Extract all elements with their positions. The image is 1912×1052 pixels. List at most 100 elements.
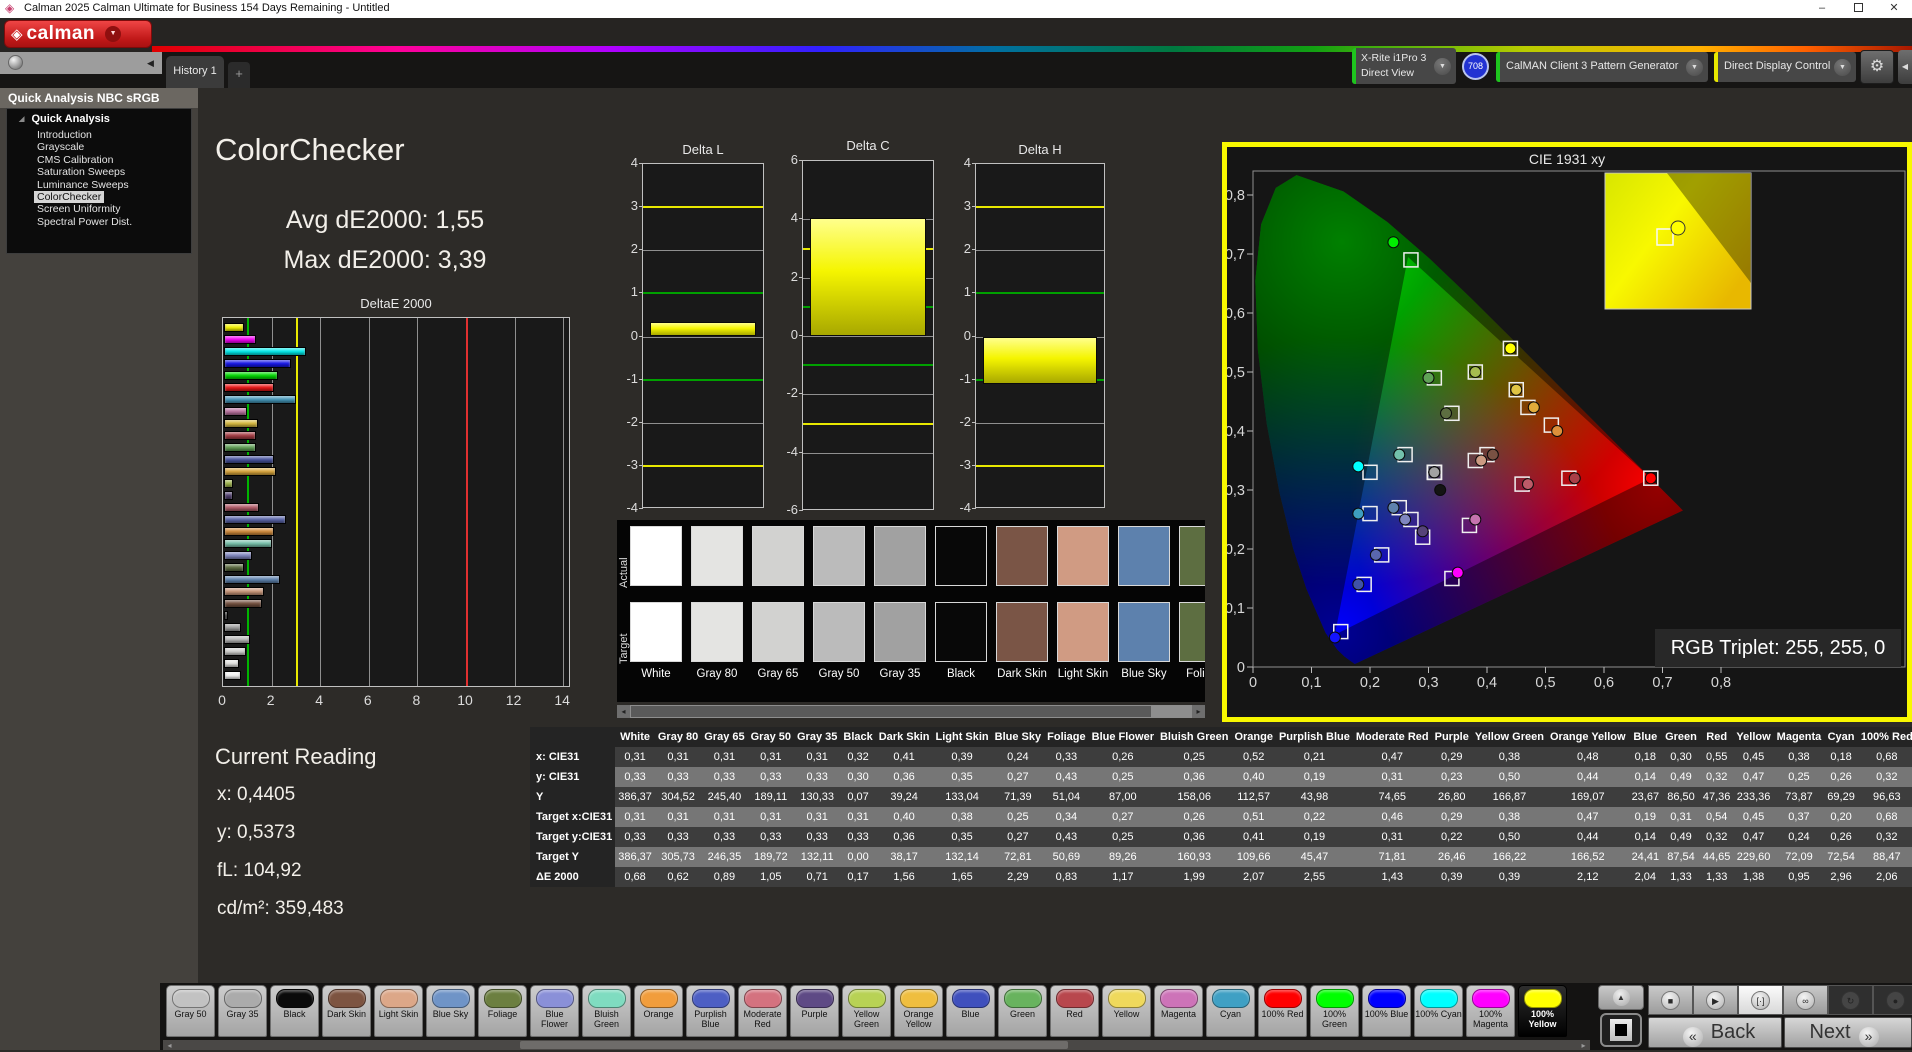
delta_l-plot-area bbox=[642, 163, 764, 508]
y-tick-label: 3 bbox=[630, 198, 638, 214]
table-cell: 169,07 bbox=[1546, 787, 1629, 807]
pattern-button-100-cyan[interactable]: 100% Cyan bbox=[1414, 985, 1463, 1037]
pattern-button-100-yellow[interactable]: 100% Yellow bbox=[1518, 985, 1567, 1037]
sidebar-collapse-button[interactable]: ◀ bbox=[142, 54, 159, 72]
pattern-chip bbox=[379, 989, 418, 1008]
single-measure-button[interactable]: [·] bbox=[1738, 985, 1783, 1015]
column-header: Dark Skin bbox=[875, 727, 933, 747]
pattern-button-gray-50[interactable]: Gray 50 bbox=[166, 985, 215, 1037]
sidebar-item-screen-uniformity[interactable]: Screen Uniformity bbox=[37, 203, 120, 215]
pattern-button-orange[interactable]: Orange bbox=[634, 985, 683, 1037]
scroll-right-icon[interactable]: ▸ bbox=[1577, 1039, 1590, 1052]
strip-expand-button[interactable]: ▲ bbox=[1598, 985, 1644, 1010]
measurement-table: White Gray 80 Gray 65 Gray 50 Gray 35 Black Da… bbox=[530, 727, 1912, 887]
scroll-left-icon[interactable]: ◂ bbox=[617, 705, 630, 718]
pattern-button-100-blue[interactable]: 100% Blue bbox=[1362, 985, 1411, 1037]
window-title: Calman 2025 Calman Ultimate for Business… bbox=[24, 2, 390, 14]
tick-mark bbox=[639, 508, 643, 509]
sidebar-item-introduction[interactable]: Introduction bbox=[37, 129, 92, 141]
table-cell: 0,25 bbox=[1088, 767, 1157, 787]
gear-icon[interactable]: ⚙ bbox=[1860, 50, 1894, 84]
scrollbar-thumb[interactable] bbox=[520, 1041, 1068, 1049]
pattern-button-light-skin[interactable]: Light Skin bbox=[374, 985, 423, 1037]
back-chevron-icon: « bbox=[1682, 1027, 1703, 1047]
pattern-generator-dropdown[interactable]: CalMAN Client 3 Pattern Generator ▼ bbox=[1496, 52, 1708, 82]
back-button[interactable]: « Back bbox=[1648, 1017, 1782, 1048]
x-tick-label: 0 bbox=[1249, 675, 1257, 691]
table-cell: 2,96 bbox=[1824, 867, 1858, 887]
pattern-button-blue-flower[interactable]: Blue Flower bbox=[530, 985, 579, 1037]
pattern-chip bbox=[639, 989, 678, 1008]
pattern-button-yellow-green[interactable]: Yellow Green bbox=[842, 985, 891, 1037]
pattern-button-gray-35[interactable]: Gray 35 bbox=[218, 985, 267, 1037]
pattern-button-purplish-blue[interactable]: Purplish Blue bbox=[686, 985, 735, 1037]
pattern-label: Cyan bbox=[1219, 1009, 1241, 1019]
swatch-scrollbar[interactable]: ◂ ▸ bbox=[617, 705, 1205, 718]
workflow-status-indicator[interactable] bbox=[8, 55, 23, 70]
tree-root[interactable]: ◢ Quick Analysis bbox=[19, 113, 110, 125]
pattern-button-100-magenta[interactable]: 100% Magenta bbox=[1466, 985, 1515, 1037]
y-tick-label: 0,6 bbox=[1227, 306, 1245, 322]
pattern-window-button[interactable] bbox=[1600, 1013, 1642, 1047]
pattern-button-blue[interactable]: Blue bbox=[946, 985, 995, 1037]
pattern-button-100-green[interactable]: 100% Green bbox=[1310, 985, 1359, 1037]
continuous-measure-button[interactable]: ∞ bbox=[1783, 985, 1828, 1015]
tab-history-1[interactable]: History 1 bbox=[166, 56, 224, 88]
table-cell: 130,33 bbox=[794, 787, 841, 807]
gridline bbox=[803, 452, 933, 454]
scroll-right-icon[interactable]: ▸ bbox=[1192, 705, 1205, 718]
pattern-label: Foliage bbox=[487, 1009, 518, 1019]
pattern-button-red[interactable]: Red bbox=[1050, 985, 1099, 1037]
play-button[interactable]: ▶ bbox=[1693, 985, 1738, 1015]
restore-icon[interactable] bbox=[1840, 0, 1876, 18]
pattern-button-bluish-green[interactable]: Bluish Green bbox=[582, 985, 631, 1037]
sidebar-item-luminance-sweeps[interactable]: Luminance Sweeps bbox=[37, 179, 129, 191]
display-control-dropdown[interactable]: Direct Display Control ▼ bbox=[1714, 52, 1856, 82]
actual-swatch-foliage bbox=[1179, 526, 1205, 586]
sensor-button[interactable]: ● bbox=[1873, 985, 1912, 1015]
sidebar-item-saturation-sweeps[interactable]: Saturation Sweeps bbox=[37, 166, 125, 178]
swatch-label: Gray 80 bbox=[696, 668, 738, 680]
pattern-button-magenta[interactable]: Magenta bbox=[1154, 985, 1203, 1037]
next-button[interactable]: Next » bbox=[1784, 1017, 1912, 1048]
pattern-button-green[interactable]: Green bbox=[998, 985, 1047, 1037]
pattern-strip-scrollbar[interactable]: ◂ ▸ bbox=[163, 1040, 1590, 1050]
scrollbar-thumb[interactable] bbox=[631, 706, 1151, 717]
sidebar-item-grayscale[interactable]: Grayscale bbox=[37, 141, 84, 153]
pattern-button-yellow[interactable]: Yellow bbox=[1102, 985, 1151, 1037]
pattern-button-orange-yellow[interactable]: Orange Yellow bbox=[894, 985, 943, 1037]
table-cell: 0,35 bbox=[932, 827, 992, 847]
deltae-bar-100-yellow bbox=[224, 323, 244, 332]
panel-collapse-button[interactable]: ◀ bbox=[1898, 50, 1912, 84]
target-line-green bbox=[643, 378, 763, 381]
pattern-button-blue-sky[interactable]: Blue Sky bbox=[426, 985, 475, 1037]
measured-point-foliage bbox=[1440, 407, 1453, 420]
scroll-left-icon[interactable]: ◂ bbox=[163, 1039, 176, 1052]
pattern-button-dark-skin[interactable]: Dark Skin bbox=[322, 985, 371, 1037]
tree-expander-icon[interactable]: ◢ bbox=[19, 116, 24, 123]
table-cell: 133,04 bbox=[932, 787, 992, 807]
pattern-button-purple[interactable]: Purple bbox=[790, 985, 839, 1037]
calman-menu-button[interactable]: ◈ calman ▼ bbox=[4, 20, 152, 48]
measured-point-gray-35 bbox=[1428, 466, 1441, 479]
y-tick-label: -2 bbox=[626, 413, 638, 429]
minimize-icon[interactable]: – bbox=[1804, 0, 1840, 18]
pattern-button-cyan[interactable]: Cyan bbox=[1206, 985, 1255, 1037]
pattern-button-moderate-red[interactable]: Moderate Red bbox=[738, 985, 787, 1037]
pattern-label: Moderate Red bbox=[743, 1009, 782, 1029]
pattern-button-foliage[interactable]: Foliage bbox=[478, 985, 527, 1037]
table-cell: 72,81 bbox=[991, 847, 1045, 867]
sidebar-item-cms-calibration[interactable]: CMS Calibration bbox=[37, 154, 113, 166]
meter-dropdown[interactable]: X-Rite i1Pro 3 Direct View ▼ bbox=[1352, 48, 1456, 84]
pattern-button-100-red[interactable]: 100% Red bbox=[1258, 985, 1307, 1037]
stop-button[interactable]: ■ bbox=[1648, 985, 1693, 1015]
sync-button[interactable]: ↻ bbox=[1828, 985, 1873, 1015]
sidebar-item-colorchecker[interactable]: ColorChecker bbox=[34, 191, 105, 203]
sidebar-item-spectral-power-dist-[interactable]: Spectral Power Dist. bbox=[37, 216, 132, 228]
tick-mark bbox=[972, 335, 976, 337]
table-cell: 1,65 bbox=[932, 867, 992, 887]
deltae-bar-100-magenta bbox=[224, 335, 257, 344]
add-tab-button[interactable]: + bbox=[228, 62, 250, 88]
close-icon[interactable]: ✕ bbox=[1876, 0, 1912, 18]
pattern-button-black[interactable]: Black bbox=[270, 985, 319, 1037]
